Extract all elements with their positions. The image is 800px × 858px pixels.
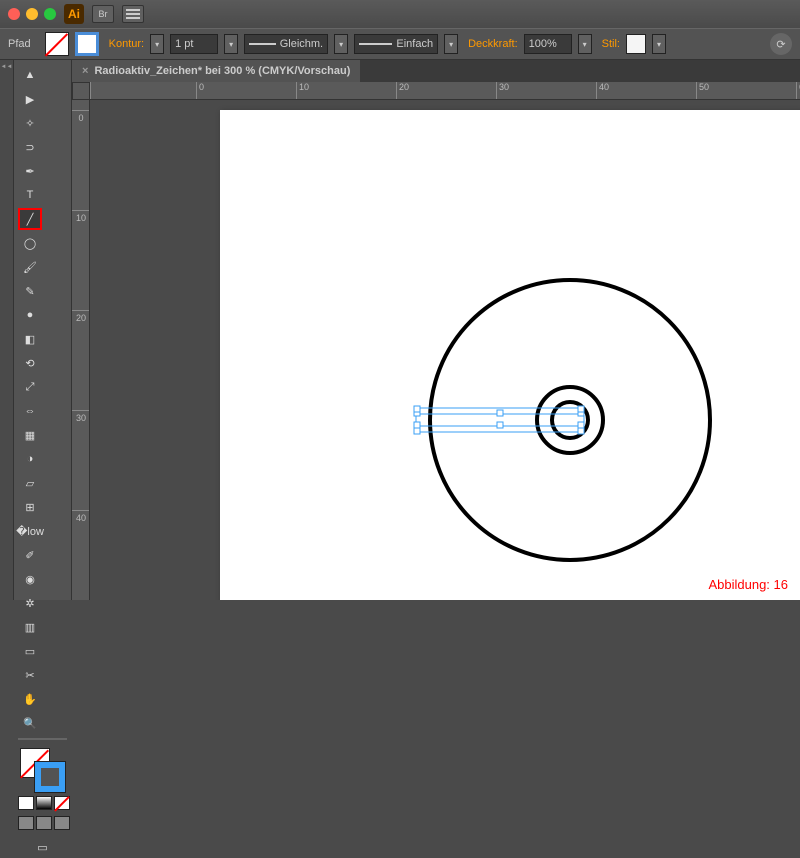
outer-circle	[430, 280, 710, 560]
blend-tool[interactable]: ◉	[18, 568, 42, 590]
line-tool[interactable]: ╱	[18, 208, 42, 230]
magic-wand-tool[interactable]: ✧	[18, 112, 42, 134]
graph-tool[interactable]: ▥	[18, 616, 42, 638]
mesh-tool[interactable]: ⊞	[18, 496, 42, 518]
artwork	[220, 110, 800, 600]
stroke-swatch[interactable]	[75, 32, 99, 56]
color-mode-row	[18, 796, 70, 810]
rotate-tool[interactable]: ⟲	[18, 352, 42, 374]
document-area: × Radioaktiv_Zeichen* bei 300 % (CMYK/Vo…	[72, 60, 800, 600]
pencil-tool[interactable]: ✎	[18, 280, 42, 302]
tick: 40	[72, 510, 90, 523]
tab-bar: × Radioaktiv_Zeichen* bei 300 % (CMYK/Vo…	[72, 60, 800, 82]
ruler-origin[interactable]	[72, 82, 90, 100]
bridge-button[interactable]: Br	[92, 5, 114, 23]
canvas[interactable]: Abbildung: 16	[90, 100, 800, 600]
eraser-tool[interactable]: ◧	[18, 328, 42, 350]
sync-icon[interactable]: ⟳	[770, 33, 792, 55]
maximize-button[interactable]	[44, 8, 56, 20]
ellipse-tool[interactable]: ◯	[18, 232, 42, 254]
artboard-tool[interactable]: ▭	[18, 640, 42, 662]
tick: 10	[72, 210, 90, 223]
app-icon: Ai	[64, 4, 84, 24]
separator	[18, 738, 67, 740]
eyedropper-tool[interactable]: ✐	[18, 544, 42, 566]
width-tool[interactable]: ⇔	[18, 400, 42, 422]
free-transform-tool[interactable]: ▦	[18, 424, 42, 446]
screen-mode-row	[18, 816, 70, 830]
collapsed-panel-left[interactable]	[0, 60, 14, 600]
brush-tool[interactable]: 🖌	[18, 256, 42, 278]
tick	[90, 82, 93, 100]
opacity-input[interactable]: 100%	[524, 34, 572, 54]
ruler-vertical[interactable]: 0 10 20 30 40 50	[72, 100, 90, 600]
gradient-tool[interactable]: �low	[18, 520, 42, 542]
minimize-button[interactable]	[26, 8, 38, 20]
tab-title: Radioaktiv_Zeichen* bei 300 % (CMYK/Vors…	[94, 65, 350, 77]
color-mode[interactable]	[18, 796, 34, 810]
tick: 50	[696, 82, 709, 100]
tick: 0	[72, 110, 90, 123]
shape-builder-tool[interactable]: ◑	[18, 448, 42, 470]
ruler-horizontal[interactable]: 0 10 20 30 40 50 60	[90, 82, 800, 100]
style-swatch[interactable]	[626, 34, 646, 54]
mid-circle	[537, 387, 603, 453]
toolbox: ▲ ▶ ✧ ⊃ ✒ T ╱ ◯ 🖌 ✎ ● ◧ ⟲ ⤢ ⇔ ▦ ◑ ▱ ⊞ �l…	[14, 60, 72, 600]
workspace: ▲ ▶ ✧ ⊃ ✒ T ╱ ◯ 🖌 ✎ ● ◧ ⟲ ⤢ ⇔ ▦ ◑ ▱ ⊞ �l…	[0, 60, 800, 600]
hand-tool[interactable]: ✋	[18, 688, 42, 710]
tick: 10	[296, 82, 309, 100]
tick: 30	[72, 410, 90, 423]
tick: 20	[396, 82, 409, 100]
arrange-button[interactable]	[122, 5, 144, 23]
tick: 40	[596, 82, 609, 100]
perspective-tool[interactable]: ▱	[18, 472, 42, 494]
style-dropdown[interactable]	[652, 34, 666, 54]
selection-type-label: Pfad	[8, 38, 31, 50]
blob-tool[interactable]: ●	[18, 304, 42, 326]
lasso-tool[interactable]: ⊃	[18, 136, 42, 158]
draw-normal[interactable]	[18, 816, 34, 830]
document-tab[interactable]: × Radioaktiv_Zeichen* bei 300 % (CMYK/Vo…	[72, 60, 360, 82]
fill-swatch[interactable]	[45, 32, 69, 56]
gradient-mode[interactable]	[36, 796, 52, 810]
scale-tool[interactable]: ⤢	[18, 376, 42, 398]
window-controls	[8, 8, 56, 20]
stroke-box[interactable]	[35, 762, 65, 792]
stroke-weight-dropdown[interactable]	[224, 34, 238, 54]
screen-mode-button[interactable]: ▭	[18, 836, 67, 858]
draw-behind[interactable]	[36, 816, 52, 830]
stroke-weight-input[interactable]: 1 pt	[170, 34, 218, 54]
titlebar: Ai Br	[0, 0, 800, 28]
symbol-spray-tool[interactable]: ✲	[18, 592, 42, 614]
control-bar: Pfad Kontur: 1 pt Gleichm. Einfach Deckk…	[0, 28, 800, 60]
stroke-label: Kontur:	[109, 38, 144, 50]
pen-tool[interactable]: ✒	[18, 160, 42, 182]
direct-selection-tool[interactable]: ▶	[18, 88, 42, 110]
tick: 60	[796, 82, 800, 100]
draw-inside[interactable]	[54, 816, 70, 830]
style-label: Stil:	[602, 38, 620, 50]
selected-lines[interactable]	[414, 406, 584, 434]
opacity-dropdown[interactable]	[578, 34, 592, 54]
stroke-weight-link-icon[interactable]	[150, 34, 164, 54]
stroke-profile-select[interactable]: Gleichm.	[244, 34, 328, 54]
close-button[interactable]	[8, 8, 20, 20]
brush-select[interactable]: Einfach	[354, 34, 438, 54]
fill-stroke-control[interactable]	[18, 748, 67, 792]
type-tool[interactable]: T	[18, 184, 42, 206]
tick: 20	[72, 310, 90, 323]
none-mode[interactable]	[54, 796, 70, 810]
selection-tool[interactable]: ▲	[18, 64, 42, 86]
brush-dropdown[interactable]	[444, 34, 458, 54]
opacity-label: Deckkraft:	[468, 38, 518, 50]
zoom-tool[interactable]: 🔍	[18, 712, 42, 734]
close-tab-icon[interactable]: ×	[82, 65, 88, 77]
tick: 30	[496, 82, 509, 100]
artboard[interactable]	[220, 110, 800, 600]
stroke-profile-dropdown[interactable]	[334, 34, 348, 54]
slice-tool[interactable]: ✂	[18, 664, 42, 686]
tick: 0	[196, 82, 204, 100]
figure-caption: Abbildung: 16	[708, 577, 788, 592]
